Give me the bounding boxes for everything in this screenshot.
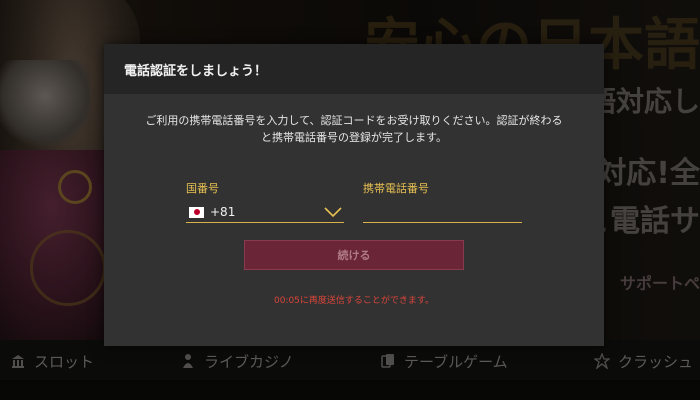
country-code-select[interactable]: +81 bbox=[186, 202, 344, 223]
screen: 安心の日本語 語対応し 対応!全 こ電話サ サポートペ スロット ライブカジノ … bbox=[0, 0, 700, 400]
country-code-value: +81 bbox=[210, 205, 236, 219]
phone-number-box bbox=[363, 202, 522, 223]
country-code-field: 国番号 +81 bbox=[186, 180, 344, 223]
japan-flag-icon bbox=[189, 206, 204, 218]
phone-verification-dialog: 電話認証をしましょう！ ご利用の携帯電話番号を入力して、認証コードをお受け取りく… bbox=[104, 44, 604, 346]
dialog-description: ご利用の携帯電話番号を入力して、認証コードをお受け取りください。認証が終わると携… bbox=[145, 114, 563, 144]
country-code-label: 国番号 bbox=[186, 182, 219, 195]
chevron-down-icon bbox=[324, 207, 342, 217]
phone-number-input[interactable] bbox=[363, 203, 518, 221]
phone-number-field: 携帯電話番号 bbox=[363, 180, 522, 223]
dialog-title: 電話認証をしましょう！ bbox=[124, 63, 268, 79]
continue-button[interactable]: 続ける bbox=[244, 240, 464, 270]
dialog-header: 電話認証をしましょう！ bbox=[104, 44, 604, 94]
phone-number-label: 携帯電話番号 bbox=[363, 182, 429, 195]
resend-countdown-note: 00:05に再度送信することができます。 bbox=[273, 296, 435, 306]
